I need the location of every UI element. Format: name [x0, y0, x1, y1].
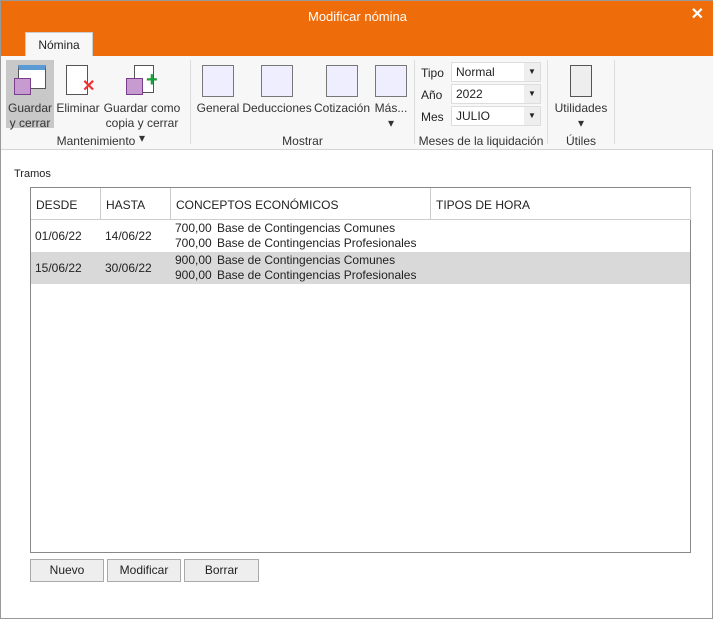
ribbon: Guardar y cerrar ✕ Eliminar + Guardar co… — [1, 56, 713, 150]
separator — [614, 60, 615, 144]
deducciones-button[interactable]: Deducciones — [242, 60, 312, 116]
concepto-name: Base de Contingencias Comunes — [217, 221, 396, 235]
borrar-button[interactable]: Borrar — [184, 559, 259, 582]
nuevo-button[interactable]: Nuevo — [30, 559, 104, 582]
group-mantenimiento: Mantenimiento — [56, 134, 136, 148]
tipo-select[interactable]: Normal ▼ — [451, 62, 541, 82]
cotizacion-button[interactable]: Cotización — [314, 60, 370, 116]
concepto-name: Base de Contingencias Profesionales — [217, 236, 417, 250]
anio-label: Año — [421, 88, 443, 102]
hasta-cell: 14/06/22 — [105, 229, 152, 243]
form-icon — [261, 65, 293, 97]
anio-select[interactable]: 2022 ▼ — [451, 84, 541, 104]
form-icon — [202, 65, 234, 97]
guardar-y-cerrar-button[interactable]: Guardar y cerrar — [6, 60, 54, 130]
mas-button[interactable]: Más... ▾ — [373, 60, 409, 131]
save-icon — [14, 65, 46, 97]
eliminar-button[interactable]: ✕ Eliminar — [56, 60, 100, 116]
chevron-down-icon: ▼ — [524, 63, 540, 81]
close-button[interactable]: ✕ — [691, 4, 704, 24]
tab-nomina[interactable]: Nómina — [25, 32, 93, 56]
group-mostrar: Mostrar — [282, 134, 323, 148]
calculator-icon — [570, 65, 592, 97]
title-bar: Modificar nómina ✕ Nómina — [1, 1, 713, 56]
hasta-cell: 30/06/22 — [105, 261, 152, 275]
general-button[interactable]: General — [196, 60, 240, 116]
group-meses: Meses de la liquidación — [418, 134, 544, 148]
concepto-value: 700,00 — [175, 221, 212, 235]
save-copy-icon: + — [126, 65, 158, 97]
group-utiles: Útiles — [565, 134, 596, 148]
table-row-selected[interactable]: 15/06/22 30/06/22 900,00 Base de Conting… — [31, 252, 690, 284]
dialog-window: Modificar nómina ✕ Nómina Guardar y cerr… — [0, 0, 713, 619]
separator — [190, 60, 191, 144]
concepto-value: 900,00 — [175, 268, 212, 282]
mes-select[interactable]: JULIO ▼ — [451, 106, 541, 126]
concepto-name: Base de Contingencias Comunes — [217, 253, 396, 267]
table-row[interactable]: 01/06/22 14/06/22 700,00 Base de Conting… — [31, 220, 690, 252]
delete-document-icon: ✕ — [62, 65, 95, 97]
separator — [547, 60, 548, 144]
tramos-table[interactable]: DESDE HASTA CONCEPTOS ECONÓMICOS TIPOS D… — [30, 187, 691, 553]
column-header[interactable]: CONCEPTOS ECONÓMICOS — [171, 188, 431, 220]
column-header[interactable]: TIPOS DE HORA — [431, 188, 691, 220]
chevron-down-icon: ▼ — [524, 85, 540, 103]
concepto-name: Base de Contingencias Profesionales — [217, 268, 417, 282]
chevron-down-icon: ▼ — [524, 107, 540, 125]
column-header[interactable]: DESDE — [31, 188, 101, 220]
tramos-label: Tramos — [14, 168, 51, 180]
separator — [414, 60, 415, 144]
tipo-label: Tipo — [421, 66, 444, 80]
mes-label: Mes — [421, 110, 444, 124]
desde-cell: 15/06/22 — [35, 261, 82, 275]
form-icon — [326, 65, 358, 97]
utilidades-button[interactable]: Utilidades ▾ — [553, 60, 609, 131]
concepto-value: 700,00 — [175, 236, 212, 250]
concepto-value: 900,00 — [175, 253, 212, 267]
column-header[interactable]: HASTA — [101, 188, 171, 220]
certificate-icon — [375, 65, 407, 97]
desde-cell: 01/06/22 — [35, 229, 82, 243]
window-title: Modificar nómina — [308, 9, 407, 24]
modificar-button[interactable]: Modificar — [107, 559, 181, 582]
